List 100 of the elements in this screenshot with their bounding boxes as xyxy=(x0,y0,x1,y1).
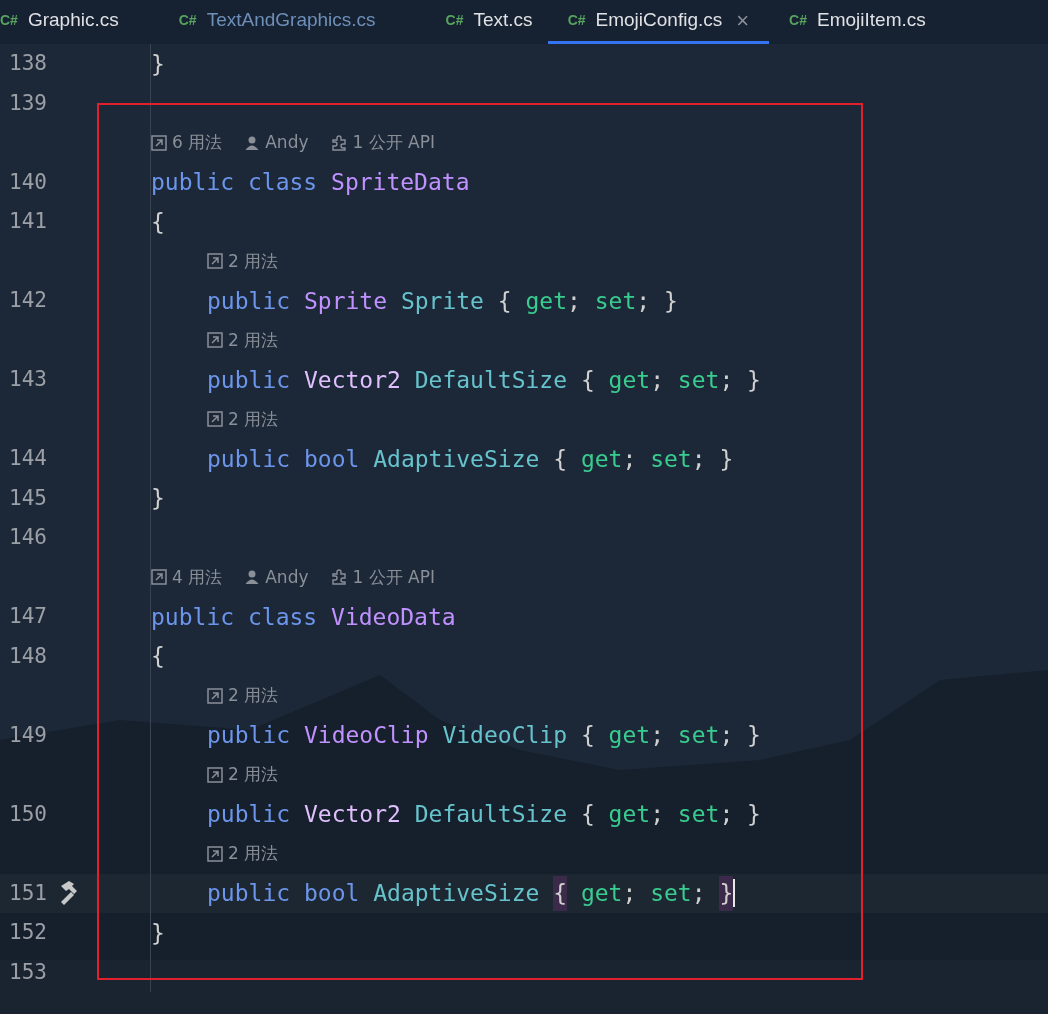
code-token: VideoData xyxy=(331,602,456,632)
code-token: get xyxy=(608,365,651,395)
code-token: { xyxy=(580,365,596,395)
line-number: 152 xyxy=(8,919,47,946)
code-token: { xyxy=(151,642,165,671)
code-token: get xyxy=(608,721,651,750)
code-token: public xyxy=(151,602,236,632)
code-token: ; } xyxy=(636,286,678,316)
tab-label: Graphic.cs xyxy=(27,8,119,33)
code-token: public xyxy=(207,444,292,474)
code-token: set xyxy=(677,365,720,395)
code-token: ; xyxy=(650,721,665,750)
tab-label: EmojiConfig.cs xyxy=(595,8,723,33)
line-number: 151 xyxy=(8,879,47,907)
line-number: 146 xyxy=(8,524,47,551)
tab-label: EmojiItem.cs xyxy=(817,8,926,33)
code-token: ; xyxy=(622,879,638,908)
line-number: 142 xyxy=(8,287,47,314)
code-token: get xyxy=(525,286,568,316)
code-hint[interactable]: 2 用法 xyxy=(228,327,279,353)
code-token: public xyxy=(151,168,236,197)
code-hint[interactable]: 2 用法 xyxy=(228,406,279,432)
code-hint[interactable]: Andy xyxy=(265,564,309,590)
line-number: 141 xyxy=(8,208,47,235)
code-token: Vector2 xyxy=(303,800,402,829)
code-hint[interactable]: 4 用法 xyxy=(172,564,223,590)
line-number: 147 xyxy=(8,603,47,630)
arrow-box-icon xyxy=(151,569,167,586)
code-token: get xyxy=(608,800,651,829)
code-hint[interactable]: 6 用法 xyxy=(172,130,223,156)
line-number: 150 xyxy=(8,800,47,828)
code-hint[interactable]: 2 用法 xyxy=(228,841,279,867)
editor-tab[interactable]: C# Graphic.cs xyxy=(0,0,159,44)
text-cursor xyxy=(733,879,736,908)
tab-label: Text.cs xyxy=(473,8,533,33)
line-number: 144 xyxy=(8,445,47,472)
code-hint[interactable]: 2 用法 xyxy=(228,683,279,709)
code-token: public xyxy=(207,365,292,395)
arrow-box-icon xyxy=(207,332,223,349)
code-token: { xyxy=(580,800,596,829)
code-hint[interactable]: 1 公开 API xyxy=(352,130,436,156)
close-icon[interactable]: × xyxy=(736,4,750,37)
code-token: public xyxy=(207,800,292,829)
code-token: bool xyxy=(303,879,361,908)
code-token: bool xyxy=(303,444,361,474)
code-token: Sprite xyxy=(303,286,389,316)
code-token: VideoClip xyxy=(442,721,569,750)
csharp-file-icon: C# xyxy=(178,10,197,31)
code-token: public xyxy=(207,286,292,316)
code-token: { xyxy=(151,207,165,237)
csharp-file-icon: C# xyxy=(445,10,464,31)
matched-brace: { xyxy=(553,876,568,911)
code-token: } xyxy=(151,484,165,513)
code-hint[interactable]: Andy xyxy=(265,130,309,156)
code-token: VideoClip xyxy=(303,721,430,750)
code-token: set xyxy=(677,800,720,829)
line-number: 153 xyxy=(8,958,47,986)
code-hint[interactable]: 2 用法 xyxy=(228,248,279,274)
code-token: ; } xyxy=(719,800,761,829)
code-token: Sprite xyxy=(400,286,485,316)
arrow-box-icon xyxy=(207,253,223,270)
arrow-box-icon xyxy=(151,134,167,151)
code-token: set xyxy=(650,444,692,474)
code-token: public xyxy=(207,721,292,750)
editor-tab[interactable]: C# EmojiItem.cs xyxy=(769,0,946,44)
editor-tab[interactable]: C# TextAndGraphics.cs xyxy=(158,0,426,44)
person-icon xyxy=(244,569,261,586)
person-icon xyxy=(244,134,261,151)
line-number: 143 xyxy=(8,366,47,393)
code-token: DefaultSize xyxy=(414,365,569,395)
code-token: set xyxy=(650,879,692,908)
line-number: 145 xyxy=(8,484,47,512)
code-token: public xyxy=(207,879,292,908)
code-hint[interactable]: 1 公开 API xyxy=(352,564,436,590)
code-token: ; xyxy=(650,365,665,395)
code-token: Vector2 xyxy=(303,365,402,395)
code-token: ; } xyxy=(691,444,734,474)
code-token: get xyxy=(580,444,623,474)
code-token: ; xyxy=(622,444,638,474)
code-token: get xyxy=(579,879,623,908)
code-token: } xyxy=(151,49,165,79)
arrow-box-icon xyxy=(207,687,223,704)
line-number: 149 xyxy=(8,721,47,749)
editor-tab[interactable]: C# Text.cs xyxy=(425,0,548,44)
matched-brace: } xyxy=(719,876,734,911)
code-token: ; xyxy=(691,879,707,908)
csharp-file-icon: C# xyxy=(789,10,807,31)
code-token: set xyxy=(677,721,720,750)
editor-tab[interactable]: C# EmojiConfig.cs × xyxy=(547,0,770,44)
line-number: 148 xyxy=(8,642,47,670)
csharp-file-icon: C# xyxy=(567,10,586,31)
code-token: AdaptiveSize xyxy=(373,879,541,908)
code-token: set xyxy=(594,286,637,316)
arrow-box-icon xyxy=(207,411,223,428)
line-number: 140 xyxy=(8,168,47,196)
code-token: class xyxy=(247,602,319,632)
csharp-file-icon: C# xyxy=(0,10,18,31)
code-hint[interactable]: 2 用法 xyxy=(228,762,279,788)
code-token: { xyxy=(553,444,569,474)
code-token: SpriteData xyxy=(331,168,470,197)
